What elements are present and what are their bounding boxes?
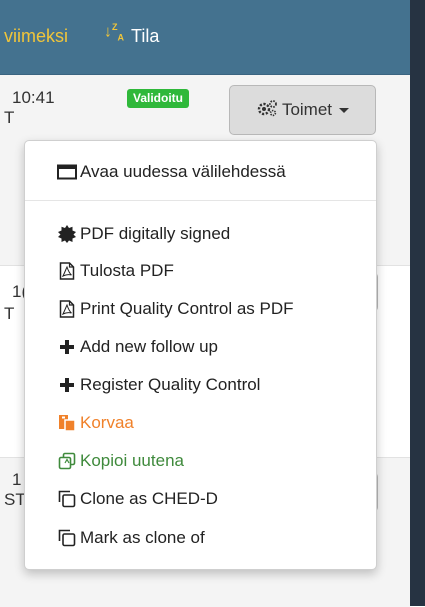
caret-down-icon — [339, 107, 350, 113]
row-sub-text: ST — [4, 490, 26, 509]
plus-icon — [57, 339, 77, 355]
gears-icon — [256, 99, 278, 122]
row-sub-text: T — [4, 108, 15, 127]
menu-item-label: Kopioi uutena — [80, 451, 184, 470]
menu-item-label: PDF digitally signed — [80, 224, 231, 243]
menu-item-clone-ched-d[interactable]: Clone as CHED-D — [57, 486, 218, 512]
menu-item-label: Mark as clone of — [80, 528, 205, 547]
row-sub-text: T — [4, 304, 15, 323]
status-badge: Validoitu — [127, 89, 190, 108]
sort-alpha-icon[interactable]: ↓ZA — [104, 22, 124, 43]
menu-item-label: Korvaa — [80, 413, 134, 432]
sort-column-label[interactable]: viimeksi — [4, 26, 68, 47]
actions-button-label: Toimet — [281, 100, 333, 119]
clone-icon — [57, 529, 77, 547]
scrollbar-track[interactable] — [410, 0, 425, 606]
status-column-label[interactable]: Tila — [131, 26, 159, 47]
menu-item-label: Print Quality Control as PDF — [80, 299, 294, 318]
window-icon — [57, 164, 77, 180]
pdf-icon — [57, 300, 77, 318]
menu-item-pdf-signed[interactable]: PDF digitally signed — [57, 221, 230, 247]
menu-item-add-follow-up[interactable]: Add new follow up — [57, 334, 218, 360]
menu-item-label: Clone as CHED-D — [80, 489, 218, 508]
plus-icon — [57, 377, 77, 393]
menu-item-label: Tulosta PDF — [80, 261, 174, 280]
menu-item-label: Avaa uudessa välilehdessä — [80, 162, 286, 181]
menu-item-print-qc-pdf[interactable]: Print Quality Control as PDF — [57, 296, 294, 322]
menu-divider — [25, 200, 376, 201]
menu-item-copy-as-new[interactable]: Kopioi uutena — [57, 448, 184, 474]
actions-dropdown-button[interactable]: Toimet — [229, 85, 376, 135]
seal-icon — [57, 225, 77, 243]
copy-icon — [57, 452, 77, 470]
menu-item-mark-clone[interactable]: Mark as clone of — [57, 525, 205, 551]
clone-icon — [57, 490, 77, 508]
menu-item-label: Register Quality Control — [80, 375, 261, 394]
menu-item-print-pdf[interactable]: Tulosta PDF — [57, 258, 174, 284]
row-time: 1 — [12, 470, 22, 489]
actions-menu: Avaa uudessa välilehdessä PDF digitally … — [24, 140, 377, 570]
table-header: viimeksi ↓ZA Tila — [0, 0, 410, 75]
menu-item-open-new-tab[interactable]: Avaa uudessa välilehdessä — [57, 159, 286, 185]
replace-icon — [57, 414, 77, 432]
menu-item-label: Add new follow up — [80, 337, 218, 356]
pdf-icon — [57, 262, 77, 280]
row-time: 10:41 — [12, 88, 55, 107]
menu-item-register-qc[interactable]: Register Quality Control — [57, 372, 260, 398]
menu-item-replace[interactable]: Korvaa — [57, 410, 134, 436]
